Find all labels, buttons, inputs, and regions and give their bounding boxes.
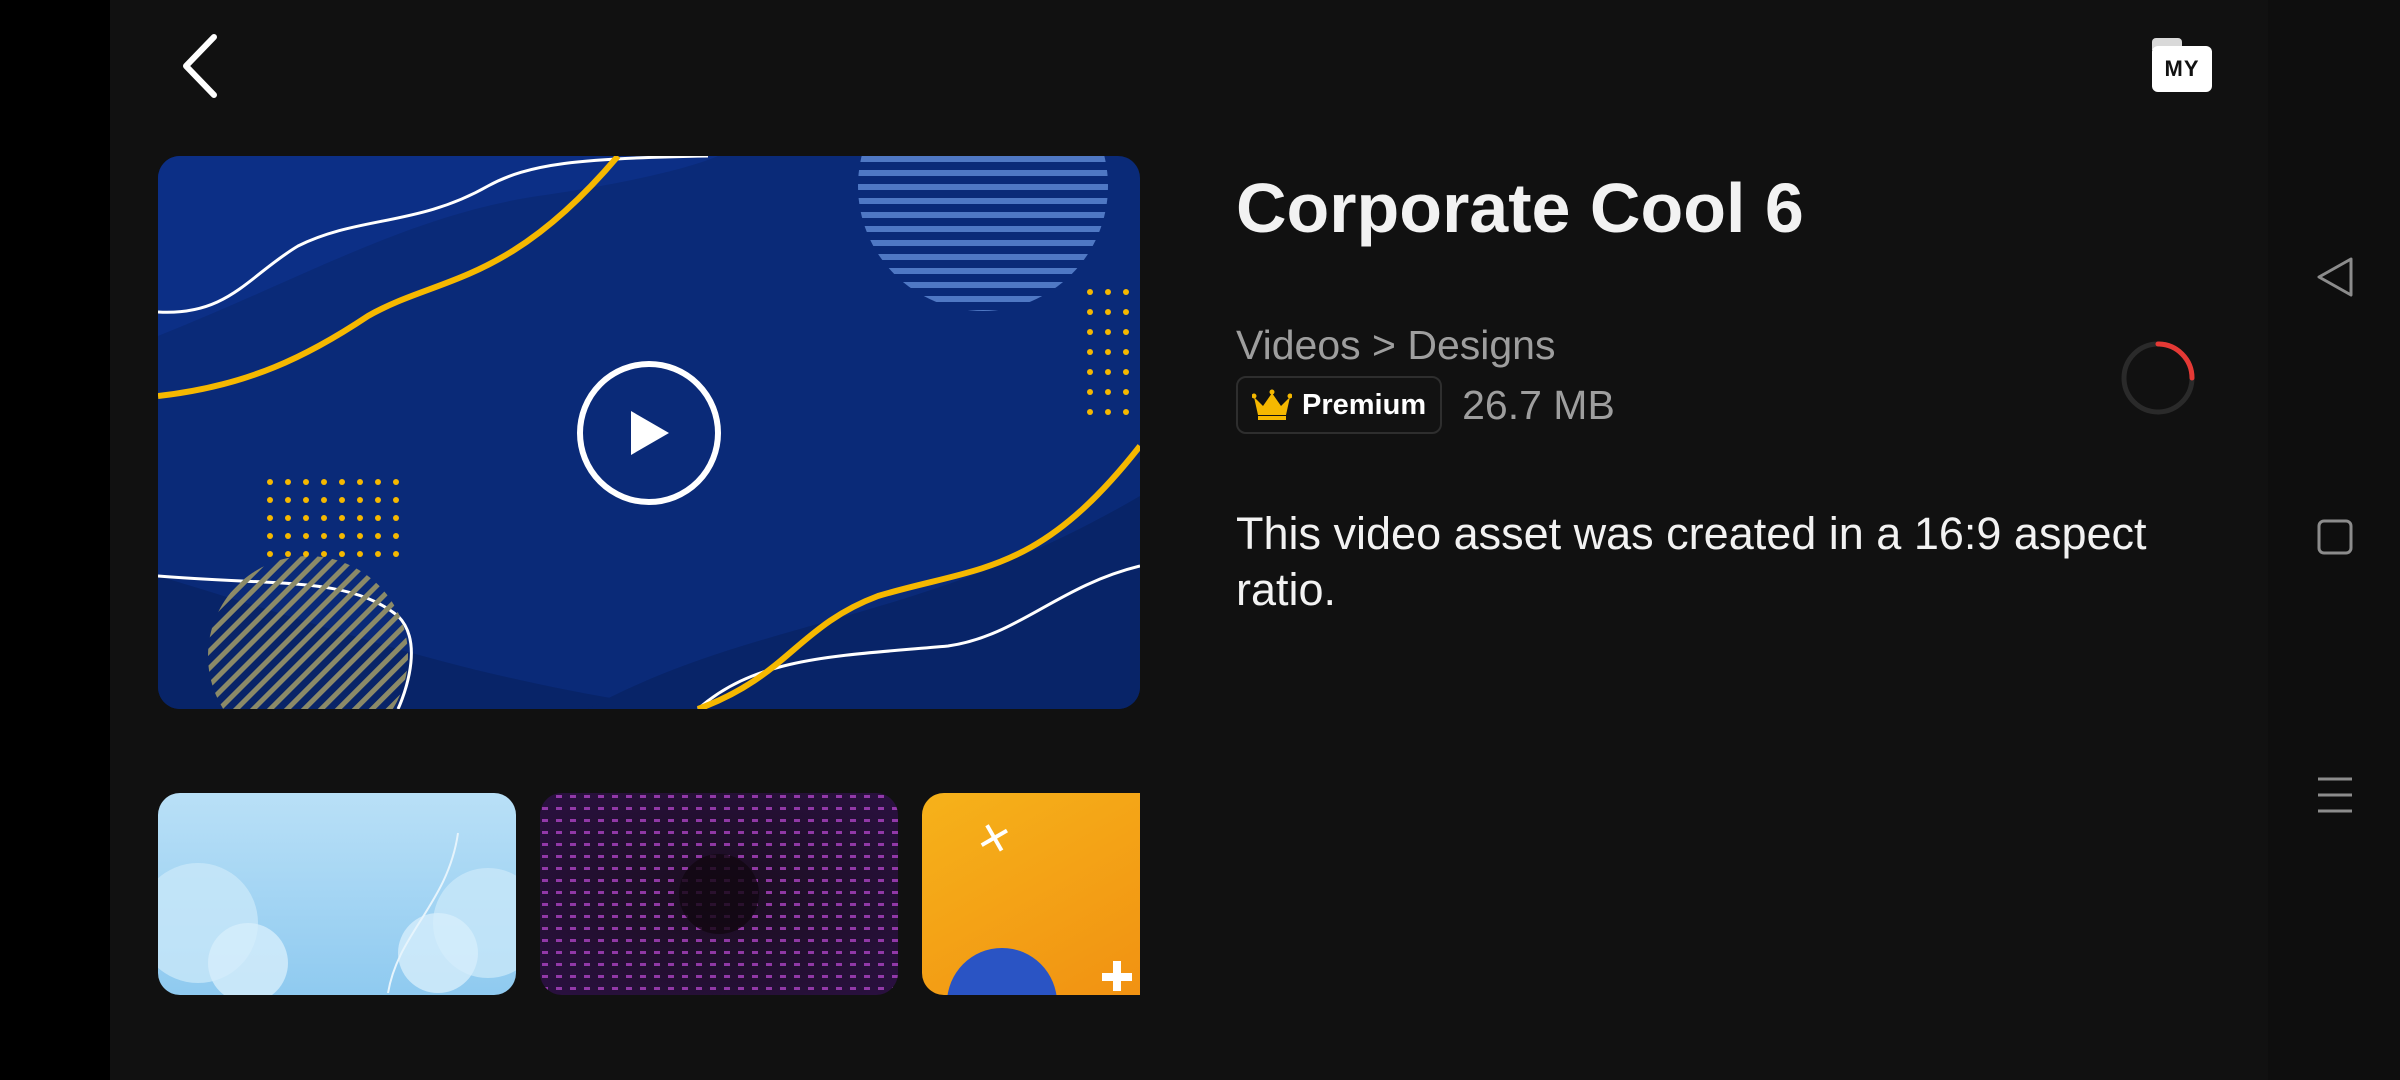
nav-back-button[interactable] [2310,252,2360,302]
play-icon [631,410,669,455]
square-home-icon [2317,519,2353,555]
premium-badge: Premium [1236,376,1443,434]
thumbnail-orange-shapes[interactable]: ✕ [922,793,1140,995]
premium-label: Premium [1302,388,1427,421]
video-preview[interactable] [158,156,1140,709]
thumbnail-light-blue[interactable] [158,793,516,995]
loading-spinner [2121,341,2195,415]
my-folder-button[interactable]: MY [2150,36,2218,96]
file-size: 26.7 MB [1462,381,1615,428]
triangle-back-icon [2317,257,2353,297]
thumbnail-artwork [158,793,516,995]
related-thumbnails: ✕ [158,793,1140,995]
asset-description: This video asset was created in a 16:9 a… [1236,508,2147,615]
asset-info: Corporate Cool 6 Videos > Designs Premiu… [1236,160,2236,615]
thumbnail-artwork [540,793,898,995]
breadcrumb: Videos > Designs [1236,322,1556,368]
my-folder-label: MY [2152,46,2212,92]
nav-home-button[interactable] [2310,512,2360,562]
menu-lines-icon [2318,777,2352,813]
nav-menu-button[interactable] [2310,770,2360,820]
asset-meta: Premium 26.7 MB [1236,376,1615,434]
play-button[interactable] [577,360,721,505]
thumbnail-purple-particles[interactable] [540,793,898,995]
chevron-left-icon [183,34,217,98]
app-window: MY ✕ Corporate Cool 6 Videos > Designs P… [110,0,2268,1080]
thumbnail-artwork: ✕ [922,793,1140,995]
asset-title: Corporate Cool 6 [1236,169,1804,247]
crown-icon [1252,389,1292,420]
back-button[interactable] [160,26,240,106]
